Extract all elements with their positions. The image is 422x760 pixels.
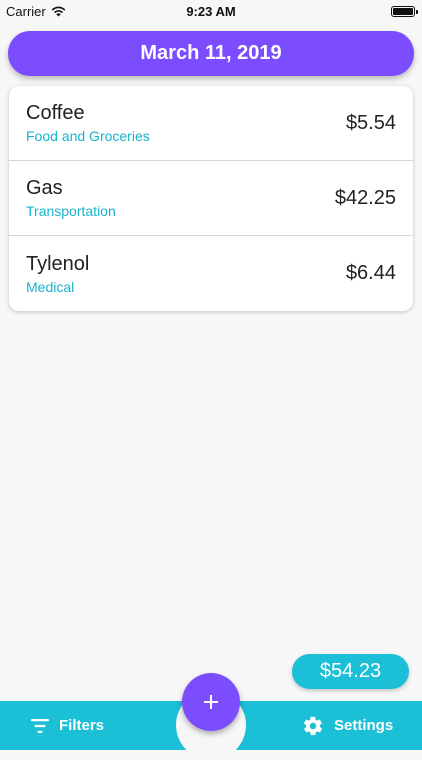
expense-category: Medical: [26, 278, 75, 295]
expense-list: Coffee Food and Groceries $5.54 Gas Tran…: [9, 86, 413, 311]
expense-row-gas[interactable]: Gas Transportation $42.25: [9, 161, 413, 236]
carrier-label: Carrier: [6, 3, 46, 19]
total-amount-badge: $54.23: [292, 654, 409, 689]
gear-icon: [303, 716, 323, 735]
expense-name: Tylenol: [26, 252, 90, 275]
expense-category: Transportation: [26, 203, 116, 219]
settings-label: Settings: [334, 717, 394, 734]
wifi-icon: [51, 6, 66, 16]
expense-amount: $6.44: [345, 262, 396, 284]
expense-amount: $42.25: [334, 186, 396, 209]
add-expense-button[interactable]: [182, 673, 240, 731]
carrier-group: Carrier: [6, 4, 66, 19]
filter-icon: [31, 718, 49, 733]
expense-category: Food and Groceries: [26, 128, 150, 144]
expense-row-tylenol[interactable]: Tylenol Medical $6.44: [9, 236, 413, 311]
expense-name: Coffee: [26, 102, 85, 124]
battery-icon: [391, 5, 418, 17]
date-label: March 11, 2019: [140, 42, 282, 64]
status-time: 9:23 AM: [186, 3, 236, 19]
date-header[interactable]: March 11, 2019: [8, 31, 414, 76]
settings-button[interactable]: Settings: [302, 701, 393, 750]
expense-name: Gas: [26, 177, 63, 199]
plus-icon: [204, 695, 218, 709]
total-amount: $54.23: [319, 660, 382, 682]
filters-button[interactable]: Filters: [31, 701, 104, 750]
expense-row-coffee[interactable]: Coffee Food and Groceries $5.54: [9, 86, 413, 161]
filters-label: Filters: [59, 717, 105, 734]
expense-amount: $5.54: [345, 111, 396, 134]
status-bar: Carrier 9:23 AM: [0, 0, 422, 22]
